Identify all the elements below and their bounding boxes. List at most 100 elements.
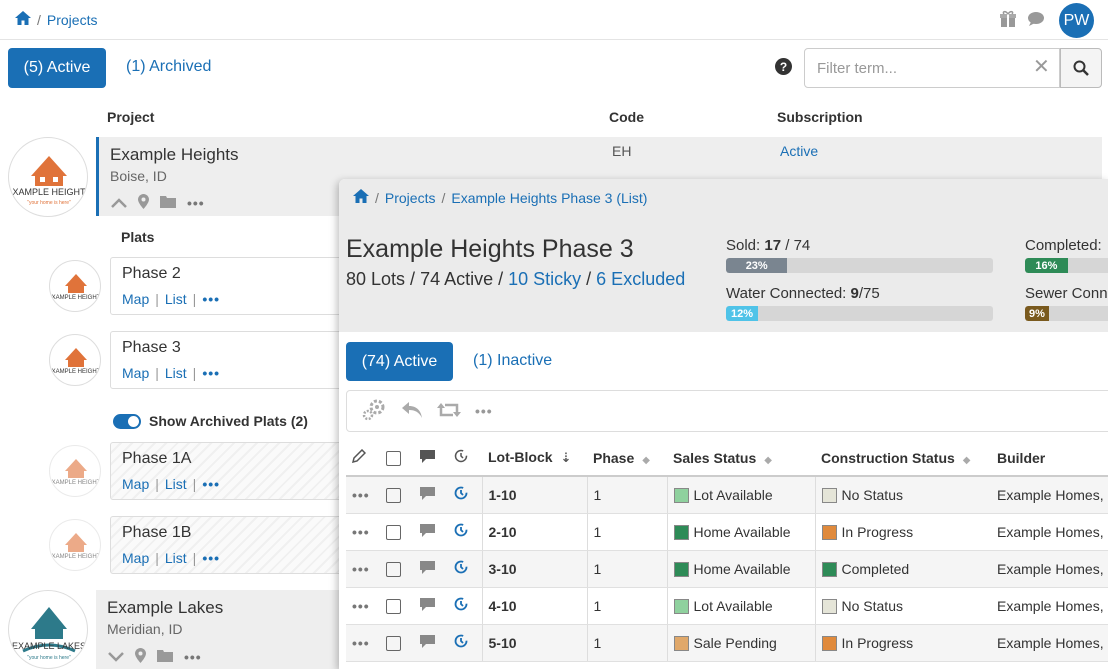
table-row[interactable]: ••• 2-10 1 Home Available In Progress Ex… (346, 513, 1108, 551)
project-name[interactable]: Example Lakes (107, 598, 223, 618)
plat-card-phase-1b[interactable]: Phase 1B Map | List | ••• (110, 516, 345, 574)
chevron-down-icon[interactable] (108, 649, 124, 665)
folder-icon[interactable] (160, 195, 176, 211)
column-builder[interactable]: Builder (991, 440, 1108, 477)
comment-icon[interactable] (420, 560, 435, 574)
plat-list-link[interactable]: List (165, 291, 187, 307)
plat-list-link[interactable]: List (165, 550, 187, 566)
more-icon[interactable]: ••• (187, 195, 205, 211)
excluded-link[interactable]: 6 Excluded (596, 269, 685, 289)
history-icon[interactable] (454, 486, 468, 500)
filter-input[interactable] (804, 48, 1060, 88)
search-button[interactable] (1060, 48, 1102, 88)
chat-icon[interactable] (1027, 11, 1045, 30)
table-row[interactable]: ••• 1-10 1 Lot Available No Status Examp… (346, 476, 1108, 514)
row-checkbox[interactable] (386, 524, 401, 540)
sticky-link[interactable]: 10 Sticky (508, 269, 581, 289)
home-icon[interactable] (15, 11, 31, 28)
gift-icon[interactable] (999, 10, 1017, 31)
help-icon[interactable]: ? (775, 58, 792, 75)
column-lot-block[interactable]: Lot-Block ⇣ (482, 440, 587, 477)
row-checkbox[interactable] (386, 561, 401, 577)
row-checkbox[interactable] (386, 487, 401, 503)
show-archived-toggle[interactable] (113, 414, 141, 429)
table-row[interactable]: ••• 4-10 1 Lot Available No Status Examp… (346, 587, 1108, 625)
undo-icon[interactable] (401, 401, 423, 422)
row-more-icon[interactable]: ••• (352, 598, 370, 614)
plat-list-link[interactable]: List (165, 365, 187, 381)
row-checkbox[interactable] (386, 598, 401, 614)
history-icon[interactable] (454, 523, 468, 537)
panel-breadcrumb-current[interactable]: Example Heights Phase 3 (List) (451, 190, 647, 206)
more-icon[interactable]: ••• (184, 649, 202, 665)
project-logo: EXAMPLE LAKES "your home is here" (8, 590, 88, 669)
map-pin-icon[interactable] (135, 648, 146, 666)
plat-name[interactable]: Phase 3 (122, 339, 181, 357)
clear-icon[interactable]: ✕ (1033, 54, 1050, 79)
avatar[interactable]: PW (1059, 3, 1094, 38)
plat-name[interactable]: Phase 2 (122, 265, 181, 283)
more-icon[interactable]: ••• (202, 476, 220, 492)
folder-icon[interactable] (157, 649, 173, 665)
lot-block-cell[interactable]: 5-10 (481, 624, 587, 662)
column-project[interactable]: Project (107, 109, 154, 125)
plat-map-link[interactable]: Map (122, 291, 149, 307)
tab-active-projects[interactable]: (5) Active (8, 48, 106, 88)
project-subscription[interactable]: Active (780, 143, 818, 159)
project-code: EH (612, 143, 632, 159)
show-archived-label[interactable]: Show Archived Plats (2) (149, 413, 308, 429)
row-more-icon[interactable]: ••• (352, 524, 370, 540)
column-code[interactable]: Code (609, 109, 644, 125)
tab-archived-projects[interactable]: (1) Archived (126, 58, 211, 76)
more-icon[interactable]: ••• (202, 291, 220, 307)
plat-map-link[interactable]: Map (122, 365, 149, 381)
comment-icon[interactable] (420, 523, 435, 537)
table-row[interactable]: ••• 3-10 1 Home Available Completed Exam… (346, 550, 1108, 588)
column-subscription[interactable]: Subscription (777, 109, 863, 125)
row-more-icon[interactable]: ••• (352, 635, 370, 651)
history-icon[interactable] (454, 634, 468, 648)
plat-list-link[interactable]: List (165, 476, 187, 492)
row-more-icon[interactable]: ••• (352, 561, 370, 577)
lot-block-cell[interactable]: 3-10 (481, 550, 587, 588)
plat-card-phase-3[interactable]: Phase 3 Map | List | ••• (110, 331, 345, 389)
history-icon[interactable] (454, 597, 468, 611)
edit-column-header[interactable] (346, 440, 380, 477)
column-construction-status[interactable]: Construction Status ◆ (815, 440, 991, 477)
chevron-up-icon[interactable] (111, 195, 127, 211)
row-more-icon[interactable]: ••• (352, 487, 370, 503)
column-sales-status[interactable]: Sales Status ◆ (667, 440, 815, 477)
plat-map-link[interactable]: Map (122, 550, 149, 566)
construction-status-cell: No Status (814, 476, 991, 514)
project-name[interactable]: Example Heights (110, 145, 239, 165)
comment-icon[interactable] (420, 634, 435, 648)
tab-active-lots[interactable]: (74) Active (346, 342, 453, 381)
comment-icon[interactable] (420, 597, 435, 611)
comment-icon[interactable] (420, 486, 435, 500)
more-icon[interactable]: ••• (475, 403, 493, 419)
lot-block-cell[interactable]: 1-10 (481, 476, 587, 514)
retweet-icon[interactable] (437, 401, 461, 422)
row-checkbox[interactable] (386, 635, 401, 651)
panel-title: Example Heights Phase 3 (346, 235, 634, 263)
tab-inactive-lots[interactable]: (1) Inactive (473, 352, 552, 370)
plat-card-phase-1a[interactable]: Phase 1A Map | List | ••• (110, 442, 345, 500)
plat-card-phase-2[interactable]: Phase 2 Map | List | ••• (110, 257, 345, 315)
breadcrumb-projects[interactable]: Projects (47, 12, 98, 28)
more-icon[interactable]: ••• (202, 550, 220, 566)
map-pin-icon[interactable] (138, 194, 149, 212)
phase-cell: 1 (586, 476, 667, 514)
plat-name[interactable]: Phase 1A (122, 450, 191, 468)
panel-breadcrumb-projects[interactable]: Projects (385, 190, 436, 206)
plat-map-link[interactable]: Map (122, 476, 149, 492)
lot-block-cell[interactable]: 2-10 (481, 513, 587, 551)
table-row[interactable]: ••• 5-10 1 Sale Pending In Progress Exam… (346, 624, 1108, 662)
plat-name[interactable]: Phase 1B (122, 524, 191, 542)
more-icon[interactable]: ••• (202, 365, 220, 381)
select-all-checkbox[interactable] (380, 440, 414, 477)
history-icon[interactable] (454, 560, 468, 574)
home-icon[interactable] (353, 189, 369, 206)
gears-icon[interactable] (361, 398, 387, 425)
column-phase[interactable]: Phase ◆ (587, 440, 667, 477)
lot-block-cell[interactable]: 4-10 (481, 587, 587, 625)
